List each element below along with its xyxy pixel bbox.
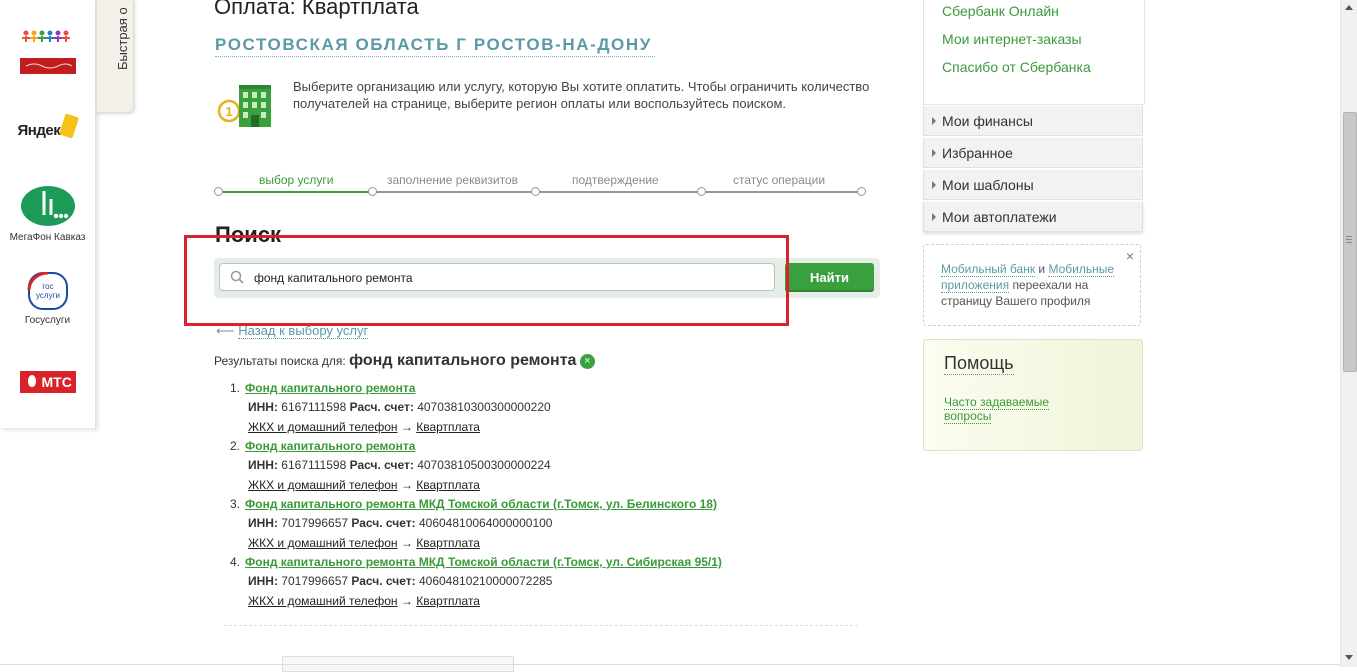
quick-pay-tab[interactable]: Быстрая о (96, 0, 134, 113)
category-link[interactable]: ЖКХ и домашний телефон (248, 536, 398, 550)
menu-my-autopayments[interactable]: Мои автоплатежи (923, 201, 1143, 232)
result-category: ЖКХ и домашний телефон → Квартплата (248, 478, 480, 492)
triangle-right-icon (932, 213, 936, 221)
result-number: 3. (230, 497, 241, 511)
children-charity-logo (19, 30, 76, 74)
page-title: Оплата: Квартплата (214, 0, 419, 19)
close-icon[interactable]: × (1126, 248, 1134, 264)
step-dot (214, 187, 223, 196)
step-line-pending (372, 191, 862, 193)
step-confirmation: подтверждение (572, 173, 659, 187)
result-number: 4. (230, 555, 241, 569)
triangle-right-icon (932, 117, 936, 125)
triangle-right-icon (932, 149, 936, 157)
link-online-orders[interactable]: Мои интернет-заказы (942, 31, 1082, 47)
step-dot (697, 187, 706, 196)
quick-pay-tab-label: Быстрая о (115, 7, 130, 70)
step-dot (857, 187, 866, 196)
service-link[interactable]: Квартплата (416, 478, 480, 492)
mts-logo: МТС (19, 371, 76, 393)
quick-links-panel: Сбербанк Онлайн Мои интернет-заказы Спас… (923, 0, 1145, 105)
scrollbar-grip-icon (1346, 236, 1352, 245)
triangle-right-icon (932, 181, 936, 189)
quick-pay-sidebar: Яндекс МегаФон Кавказ гос услуги Госуслу… (0, 0, 96, 428)
results-prefix: Результаты поиска для: (214, 354, 346, 368)
result-name-link[interactable]: Фонд капитального ремонта МКД Томской об… (245, 497, 717, 511)
building-icon: 1 (217, 85, 271, 127)
scroll-down-icon[interactable] (1345, 655, 1353, 660)
link-spasibo[interactable]: Спасибо от Сбербанка (942, 59, 1091, 75)
divider (224, 625, 858, 626)
result-name-link[interactable]: Фонд капитального ремонта (245, 439, 415, 453)
result-category: ЖКХ и домашний телефон → Квартплата (248, 536, 480, 550)
yandex-logo: Яндекс (18, 112, 79, 144)
quick-pay-item-label: Госуслуги (24, 315, 71, 326)
back-arrow-icon: ⟵ (216, 323, 235, 338)
link-sberbank-online[interactable]: Сбербанк Онлайн (942, 3, 1059, 19)
result-category: ЖКХ и домашний телефон → Квартплата (248, 420, 480, 434)
menu-label: Избранное (942, 145, 1013, 161)
mobile-bank-link[interactable]: Мобильный банк (941, 262, 1036, 277)
faq-link[interactable]: Часто задаваемые вопросы (944, 395, 1064, 424)
yandex-wallet-icon (58, 113, 79, 139)
result-name-link[interactable]: Фонд капитального ремонта МКД Томской об… (245, 555, 722, 569)
back-to-services-link[interactable]: ⟵ Назад к выбору услуг (216, 323, 369, 339)
help-title[interactable]: Помощь (944, 353, 1014, 375)
svg-text:1: 1 (225, 104, 232, 119)
service-link[interactable]: Квартплата (416, 536, 480, 550)
service-link[interactable]: Квартплата (416, 594, 480, 608)
menu-label: Мои шаблоны (942, 177, 1034, 193)
results-header: Результаты поиска для: фонд капитального… (214, 352, 595, 370)
step-line-done (218, 191, 372, 193)
region-selector[interactable]: РОСТОВСКАЯ ОБЛАСТЬ Г РОСТОВ-НА-ДОНУ (215, 35, 652, 55)
page-bottom-border (0, 664, 1340, 665)
results-query: фонд капитального ремонта (349, 352, 577, 369)
result-details: ИНН: 6167111598 Расч. счет: 407038103003… (248, 400, 551, 414)
quick-pay-item-mts[interactable]: МТС (0, 371, 95, 398)
region-underline (215, 56, 655, 57)
mts-egg-icon (27, 375, 36, 387)
quick-pay-item-yandex[interactable]: Яндекс (0, 112, 95, 149)
result-name-link[interactable]: Фонд капитального ремонта (245, 381, 415, 395)
result-category: ЖКХ и домашний телефон → Квартплата (248, 594, 480, 608)
svg-text:услуги: услуги (36, 291, 60, 300)
step-fill-details: заполнение реквизитов (387, 173, 519, 187)
find-button[interactable]: Найти (785, 263, 874, 292)
quick-pay-item-gosuslugi[interactable]: гос услуги Госуслуги (0, 271, 95, 326)
step-select-service: выбор услуги (259, 173, 334, 187)
menu-favorites[interactable]: Избранное (923, 137, 1143, 168)
result-details: ИНН: 7017996657 Расч. счет: 406048102100… (248, 574, 553, 588)
result-number: 2. (230, 439, 241, 453)
help-panel: Помощь Часто задаваемые вопросы (923, 339, 1143, 451)
svg-text:гос: гос (42, 282, 53, 291)
service-link[interactable]: Квартплата (416, 420, 480, 434)
info-text: Выберите организацию или услугу, которую… (293, 79, 870, 111)
quick-pay-item-charity[interactable] (0, 28, 95, 81)
highlight-frame (184, 235, 789, 326)
category-link[interactable]: ЖКХ и домашний телефон (248, 478, 398, 492)
menu-label: Мои финансы (942, 113, 1033, 129)
result-details: ИНН: 7017996657 Расч. счет: 406048100640… (248, 516, 553, 530)
step-status: статус операции (733, 173, 826, 187)
scroll-up-icon[interactable] (1345, 5, 1353, 10)
gosuslugi-logo: гос услуги (27, 271, 68, 310)
result-number: 1. (230, 381, 241, 395)
step-dot (531, 187, 540, 196)
quick-pay-item-megafon[interactable]: МегаФон Кавказ (0, 185, 95, 243)
menu-label: Мои автоплатежи (942, 209, 1057, 225)
mobile-bank-notice: × Мобильный банк и Мобильные приложения … (923, 244, 1141, 326)
quick-pay-item-label: МегаФон Кавказ (9, 232, 86, 243)
back-link-label: Назад к выбору услуг (238, 323, 369, 339)
result-details: ИНН: 6167111598 Расч. счет: 407038105003… (248, 458, 551, 472)
vertical-scrollbar[interactable] (1340, 0, 1357, 667)
category-link[interactable]: ЖКХ и домашний телефон (248, 420, 398, 434)
category-link[interactable]: ЖКХ и домашний телефон (248, 594, 398, 608)
megafon-logo (20, 186, 75, 226)
clear-search-icon[interactable]: × (579, 354, 595, 369)
menu-my-finances[interactable]: Мои финансы (923, 105, 1143, 136)
step-dot (368, 187, 377, 196)
menu-my-templates[interactable]: Мои шаблоны (923, 169, 1143, 200)
